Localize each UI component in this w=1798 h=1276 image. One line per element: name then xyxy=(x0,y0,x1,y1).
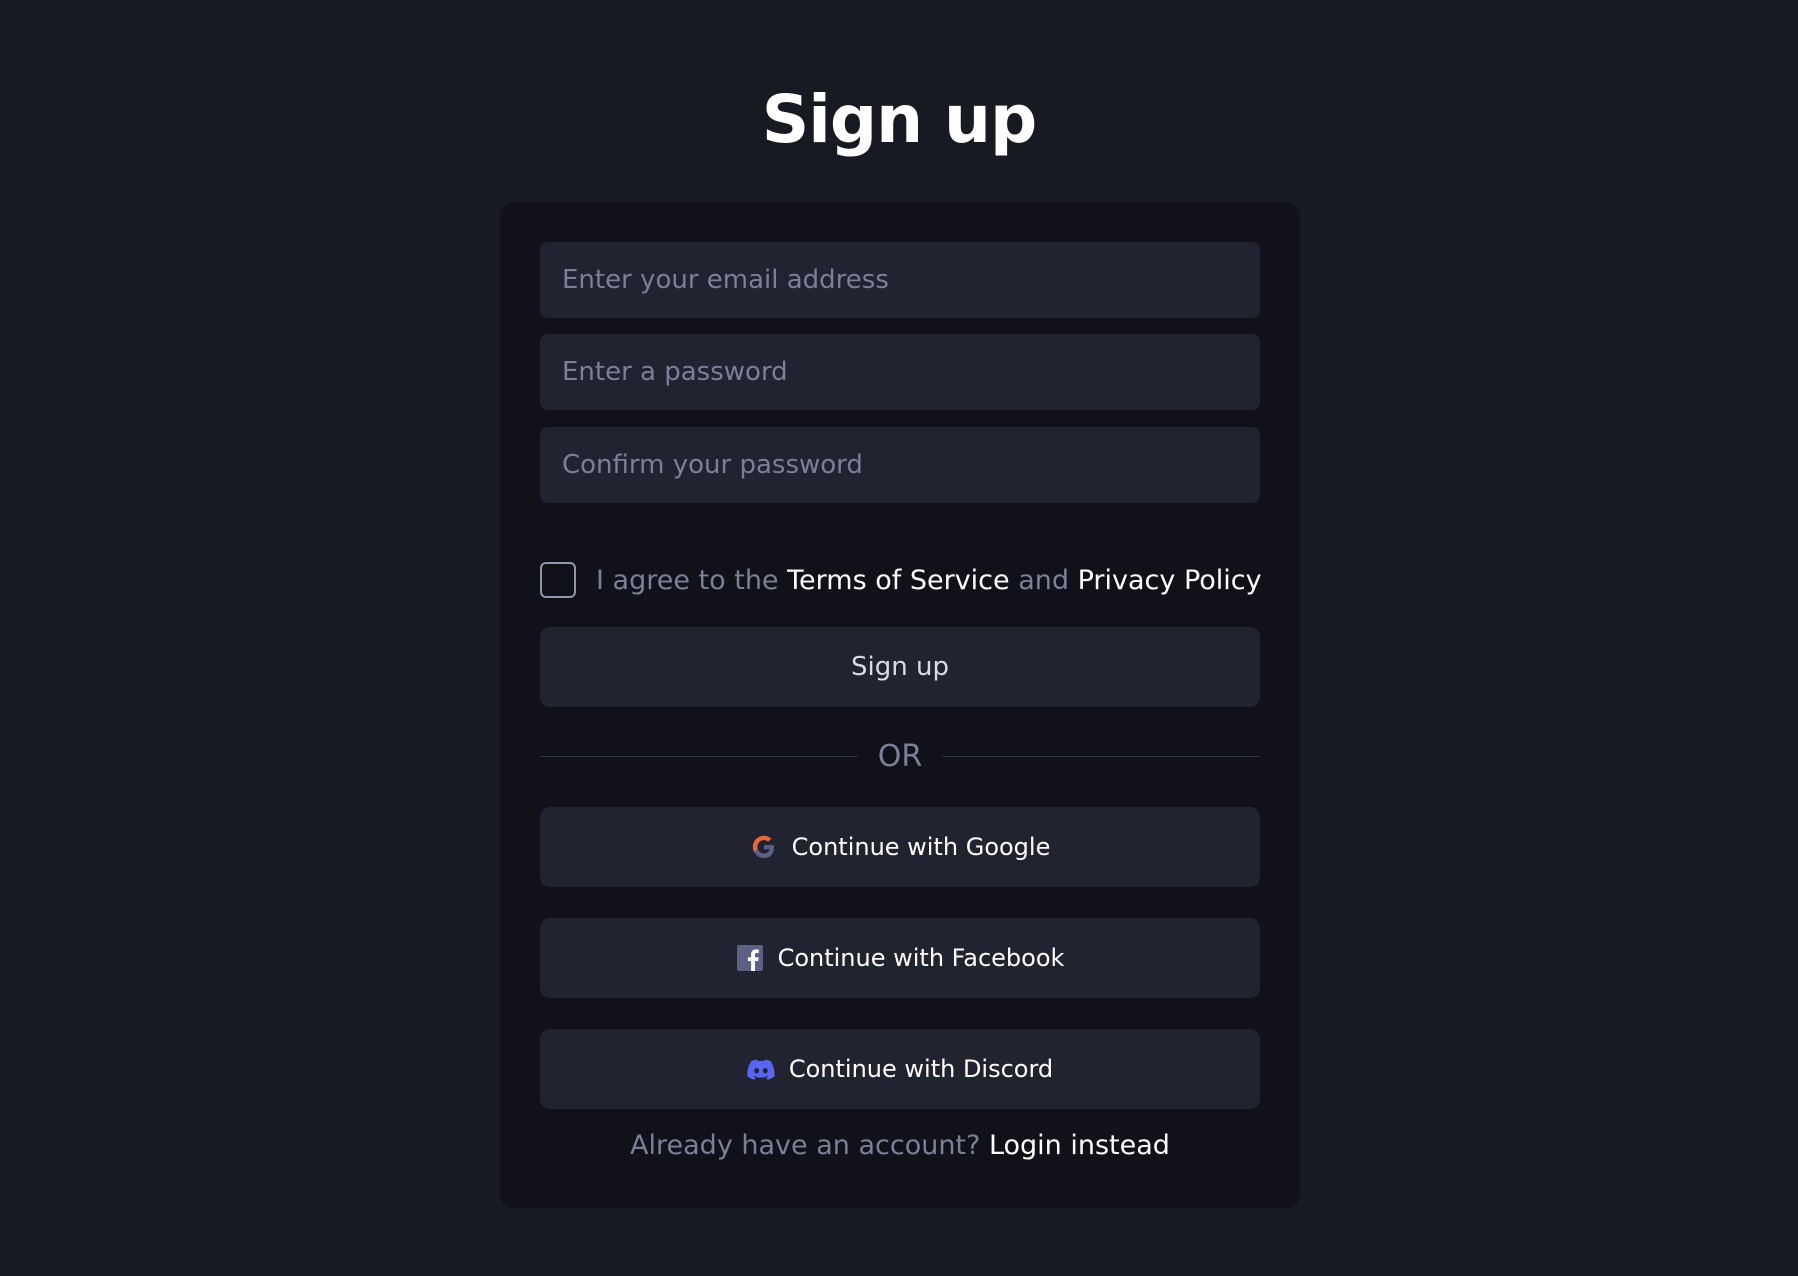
confirm-password-field[interactable] xyxy=(540,427,1260,503)
email-field[interactable] xyxy=(540,242,1260,318)
or-divider: OR xyxy=(540,736,1260,776)
agree-conjunction: and xyxy=(1018,564,1070,596)
privacy-policy-link[interactable]: Privacy Policy xyxy=(1078,565,1262,596)
agree-text: I agree to the Terms of Service and Priv… xyxy=(596,565,1262,596)
password-field[interactable] xyxy=(540,334,1260,410)
facebook-signin-button[interactable]: Continue with Facebook xyxy=(540,918,1260,998)
google-icon xyxy=(750,833,778,861)
login-link[interactable]: Login instead xyxy=(989,1130,1170,1161)
discord-button-label: Continue with Discord xyxy=(788,1055,1054,1083)
agree-prefix: I agree to the xyxy=(596,564,779,596)
signup-card: I agree to the Terms of Service and Priv… xyxy=(500,202,1300,1208)
page-title: Sign up xyxy=(761,81,1038,158)
terms-agreement: I agree to the Terms of Service and Priv… xyxy=(540,560,1262,600)
login-prompt-text: Already have an account? xyxy=(630,1130,981,1161)
discord-icon xyxy=(747,1055,775,1083)
discord-signin-button[interactable]: Continue with Discord xyxy=(540,1029,1260,1109)
login-prompt: Already have an account? Login instead xyxy=(500,1130,1300,1161)
agree-checkbox[interactable] xyxy=(540,562,576,598)
terms-of-service-link[interactable]: Terms of Service xyxy=(787,565,1010,596)
divider-label: OR xyxy=(877,738,923,774)
google-signin-button[interactable]: Continue with Google xyxy=(540,807,1260,887)
google-button-label: Continue with Google xyxy=(791,833,1051,861)
facebook-button-label: Continue with Facebook xyxy=(777,944,1065,972)
facebook-icon xyxy=(736,944,764,972)
signup-button-label: Sign up xyxy=(851,652,949,682)
signup-button[interactable]: Sign up xyxy=(540,627,1260,707)
divider-line-right xyxy=(942,755,1260,757)
divider-line-left xyxy=(540,755,858,757)
